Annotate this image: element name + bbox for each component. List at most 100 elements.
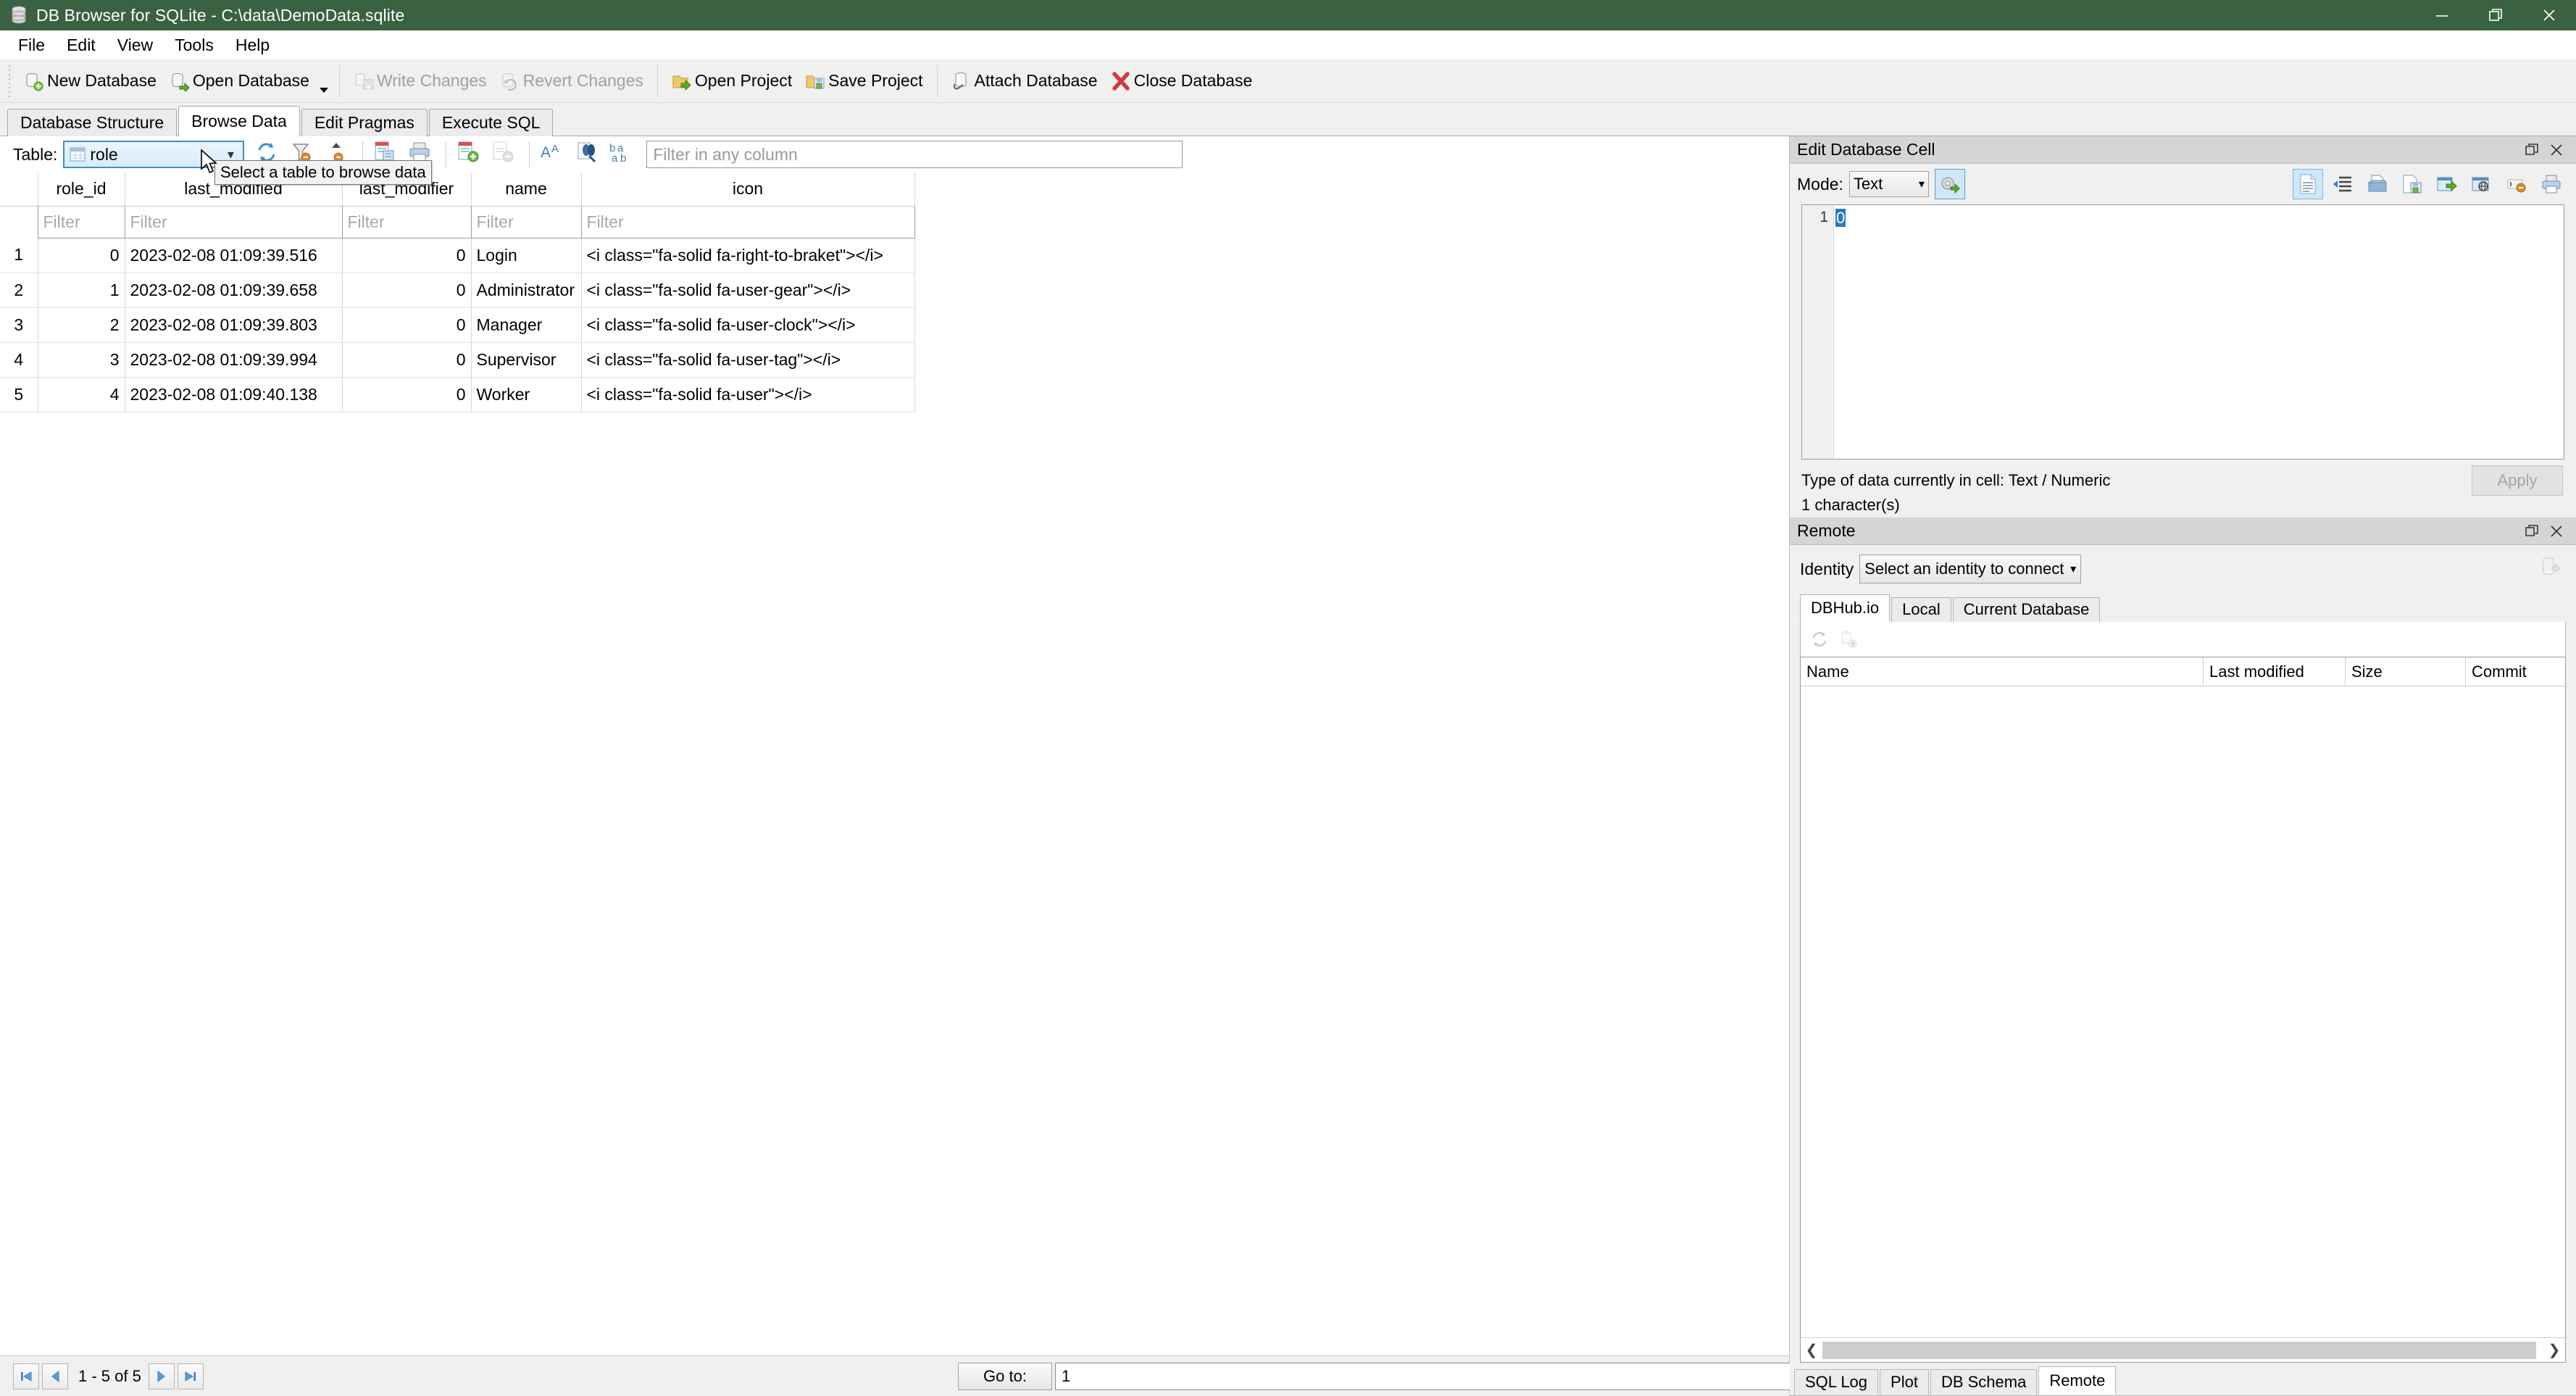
menu-edit[interactable]: Edit [56,32,107,58]
cell-last_modifier[interactable]: 0 [342,273,472,308]
close-icon[interactable] [2522,0,2576,30]
attach-database-button[interactable]: Attach Database [945,65,1104,98]
cell-name[interactable]: Manager [471,307,582,343]
close-database-button[interactable]: Close Database [1104,65,1259,98]
print-cell-icon[interactable] [2536,169,2567,199]
tab-execute-sql[interactable]: Execute SQL [428,109,554,136]
open-database-button[interactable]: Open Database [163,65,316,98]
cell-icon[interactable]: <i class="fa-solid fa-user-tag"></i> [581,342,915,378]
scroll-left-icon[interactable]: ❮ [1801,1341,1822,1359]
cell-last_modifier[interactable]: 0 [342,307,472,343]
refresh-remote-icon[interactable] [1805,625,1834,654]
prev-page-icon[interactable] [42,1363,68,1389]
remote-col-commit[interactable]: Commit [2466,657,2560,686]
table-row[interactable]: 3 2 2023-02-08 01:09:39.803 0 Manager <i… [0,307,915,343]
set-as-null-icon[interactable] [2501,169,2532,199]
restore-icon[interactable] [2469,0,2522,30]
menu-view[interactable]: View [107,32,164,58]
filter-role_id[interactable]: Filter [37,205,125,238]
row-number[interactable]: 2 [0,273,38,308]
word-wrap-icon[interactable] [2327,169,2358,199]
apply-button[interactable]: Apply [2472,465,2563,496]
cell-last_modified[interactable]: 2023-02-08 01:09:39.803 [125,307,343,343]
scrollbar-thumb[interactable] [1822,1341,2536,1359]
bottom-tab-sql-log[interactable]: SQL Log [1794,1369,1879,1395]
goto-button[interactable]: Go to: [958,1362,1052,1390]
find-icon[interactable] [574,140,603,169]
cell-name[interactable]: Worker [471,377,582,412]
menu-file[interactable]: File [7,32,56,58]
cell-name[interactable]: Administrator [471,273,582,308]
scroll-right-icon[interactable]: ❯ [2543,1341,2565,1359]
last-page-icon[interactable] [177,1363,204,1389]
connect-icon[interactable] [2540,556,2562,582]
cell-last_modifier[interactable]: 0 [342,238,472,273]
mode-select[interactable]: Text ▾ [1848,171,1929,197]
cell-name[interactable]: Login [471,238,582,273]
tab-database-structure[interactable]: Database Structure [7,109,178,136]
open-in-browser-icon[interactable] [2467,169,2497,199]
filter-name[interactable]: Filter [470,205,582,238]
filter-last_modified[interactable]: Filter [124,205,343,238]
filter-last_modifier[interactable]: Filter [341,205,472,238]
menu-help[interactable]: Help [225,32,280,58]
table-row[interactable]: 5 4 2023-02-08 01:09:40.138 0 Worker <i … [0,377,915,412]
bottom-tab-plot[interactable]: Plot [1880,1369,1929,1395]
row-number[interactable]: 4 [0,342,38,378]
remote-tab-local[interactable]: Local [1891,597,1951,622]
cell-last_modified[interactable]: 2023-02-08 01:09:40.138 [125,377,343,412]
remote-col-name[interactable]: Name [1801,657,2204,686]
table-row[interactable]: 1 0 2023-02-08 01:09:39.516 0 Login <i c… [0,238,915,273]
save-project-button[interactable]: Save Project [799,65,929,98]
filter-any-column-input[interactable]: Filter in any column [646,141,1183,168]
close-icon[interactable] [2544,138,2569,162]
row-number[interactable]: 1 [0,238,38,273]
cell-icon[interactable]: <i class="fa-solid fa-user"></i> [581,377,915,412]
row-number[interactable]: 5 [0,377,38,412]
export-to-file-icon[interactable] [2397,169,2427,199]
cell-last_modified[interactable]: 2023-02-08 01:09:39.994 [125,342,343,378]
filter-icon[interactable]: Filter [580,205,915,238]
tab-browse-data[interactable]: Browse Data [178,106,300,136]
goto-input[interactable]: 1 [1055,1362,1794,1390]
write-changes-button[interactable]: Write Changes [347,65,493,98]
font-size-icon[interactable]: A A [539,140,568,169]
cell-last_modifier[interactable]: 0 [342,342,472,378]
insert-record-icon[interactable] [456,140,485,169]
revert-changes-button[interactable]: Revert Changes [493,65,650,98]
cell-role_id[interactable]: 3 [38,342,125,378]
cell-last_modified[interactable]: 2023-02-08 01:09:39.658 [125,273,343,308]
tab-edit-pragmas[interactable]: Edit Pragmas [301,109,428,136]
first-page-icon[interactable] [13,1363,39,1389]
float-icon[interactable] [2519,138,2544,162]
remote-col-size[interactable]: Size [2346,657,2466,686]
cell-editor[interactable]: 1 0 [1801,204,2564,460]
row-number[interactable]: 3 [0,307,38,343]
bottom-tab-db-schema[interactable]: DB Schema [1930,1369,2038,1395]
grid-header-name[interactable]: name [471,173,582,207]
remote-tab-dbhub[interactable]: DBHub.io [1800,594,1891,622]
next-page-icon[interactable] [148,1363,175,1389]
text-mode-icon[interactable] [2293,169,2323,199]
remote-col-last-modified[interactable]: Last modified [2204,657,2346,686]
import-from-file-icon[interactable] [2362,169,2393,199]
delete-record-icon[interactable] [491,140,520,169]
cell-icon[interactable]: <i class="fa-solid fa-user-gear"></i> [581,273,915,308]
menu-tools[interactable]: Tools [164,32,225,58]
identity-select[interactable]: Select an identity to connect ▾ [1859,554,2082,583]
cell-role_id[interactable]: 2 [38,307,125,343]
cell-icon[interactable]: <i class="fa-solid fa-user-clock"></i> [581,307,915,343]
cell-role_id[interactable]: 0 [38,238,125,273]
replace-icon[interactable]: b a a b [609,140,638,169]
close-icon[interactable] [2544,519,2569,544]
remote-file-list[interactable]: Name Last modified Size Commit ❮ ❯ [1800,657,2566,1363]
cell-role_id[interactable]: 1 [38,273,125,308]
cell-name[interactable]: Supervisor [471,342,582,378]
new-database-button[interactable]: New Database [17,65,163,98]
table-row[interactable]: 2 1 2023-02-08 01:09:39.658 0 Administra… [0,273,915,308]
apply-data-icon[interactable] [1934,169,1965,199]
table-row[interactable]: 4 3 2023-02-08 01:09:39.994 0 Supervisor… [0,342,915,378]
grid-header-icon[interactable]: icon [581,173,915,207]
open-project-button[interactable]: Open Project [665,65,799,98]
toolbar-grip[interactable] [6,65,13,97]
